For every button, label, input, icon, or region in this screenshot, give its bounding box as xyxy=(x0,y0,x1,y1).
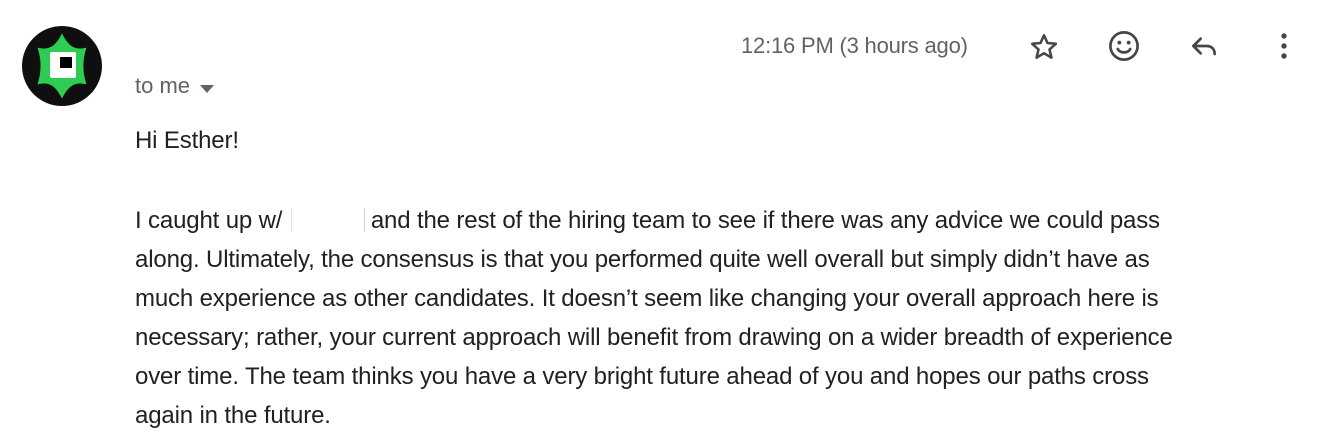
message-line: along. Ultimately, the consensus is that… xyxy=(135,246,1150,273)
add-reaction-button[interactable] xyxy=(1104,26,1144,66)
recipient-details-toggle[interactable]: to me xyxy=(135,73,215,99)
sender-logo-icon xyxy=(22,26,102,106)
message-line-start: I caught up w/ xyxy=(135,207,283,234)
message-line: much experience as other candidates. It … xyxy=(135,285,1159,312)
message-greeting: Hi Esther! xyxy=(135,127,239,154)
reply-button[interactable] xyxy=(1184,26,1224,66)
star-icon xyxy=(1030,34,1058,59)
message-paragraph: I caught up w/ and the rest of the hirin… xyxy=(135,201,1285,435)
message-line: again in the future. xyxy=(135,402,331,429)
more-vert-icon xyxy=(1281,33,1287,59)
message-line: I caught up w/ and the rest of the hirin… xyxy=(135,201,1285,240)
star-button[interactable] xyxy=(1024,27,1064,67)
message-body: Hi Esther! I caught up w/ and the rest o… xyxy=(135,123,1285,435)
redacted-name xyxy=(290,208,365,232)
recipient-label: to me xyxy=(135,73,191,98)
message-line: necessary; rather, your current approach… xyxy=(135,324,1173,351)
chevron-down-icon xyxy=(200,73,215,99)
message-line-rest: and the rest of the hiring team to see i… xyxy=(370,207,1160,234)
more-options-button[interactable] xyxy=(1264,26,1304,66)
emoji-icon xyxy=(1109,31,1139,61)
sender-avatar[interactable] xyxy=(22,26,102,106)
reply-icon xyxy=(1192,37,1216,56)
message-timestamp: 12:16 PM (3 hours ago) xyxy=(741,33,968,58)
message-line: over time. The team thinks you have a ve… xyxy=(135,363,1149,390)
